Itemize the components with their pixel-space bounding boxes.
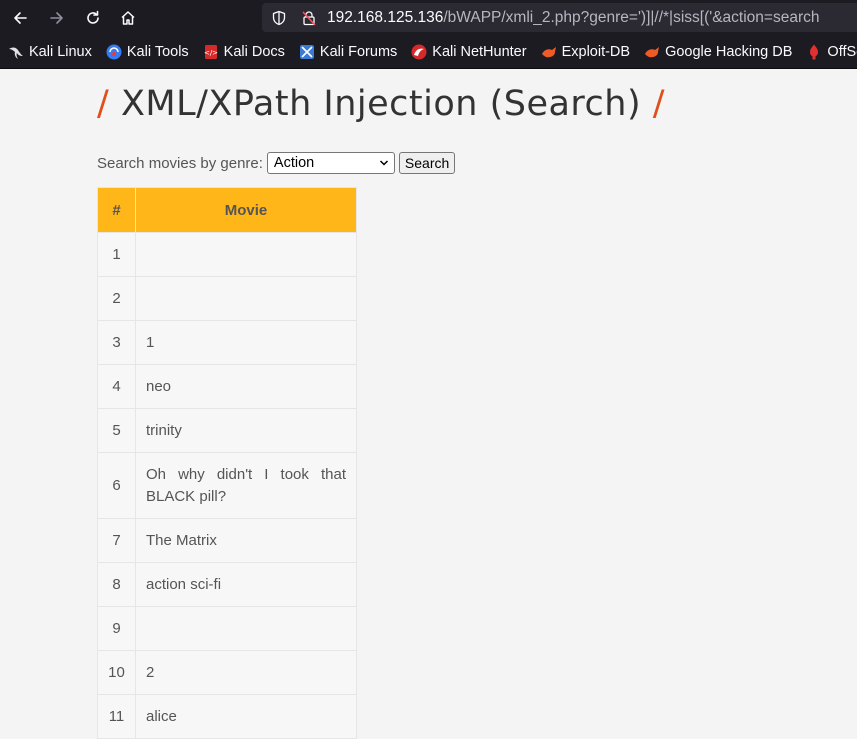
reload-button[interactable] [80, 5, 106, 31]
bookmark-kali-tools[interactable]: Kali Tools [98, 40, 195, 64]
search-form: Search movies by genre: Action Search [97, 151, 456, 175]
bookmark-kali-forums[interactable]: Kali Forums [291, 40, 403, 64]
ghdb-icon [644, 44, 660, 60]
row-number: 10 [97, 650, 136, 695]
bookmark-label: Kali Docs [223, 44, 285, 60]
row-movie [135, 276, 357, 321]
row-movie [135, 606, 357, 651]
row-movie: The Matrix [135, 518, 357, 563]
bookmark-kali-nethunter[interactable]: Kali NetHunter [403, 40, 532, 64]
bookmark-label: Kali NetHunter [432, 44, 527, 60]
column-header-number: # [97, 187, 136, 233]
genre-select[interactable]: Action [266, 152, 395, 174]
table-row: 2 [97, 276, 357, 321]
reload-icon [87, 10, 99, 24]
kali-dragon-icon [8, 44, 24, 60]
home-button[interactable] [115, 5, 141, 31]
home-icon [121, 11, 135, 25]
arrow-right-icon [50, 12, 63, 24]
table-row: 7 The Matrix [97, 518, 357, 563]
table-row: 6 Oh why didn't I took that BLACK pill? [97, 452, 357, 519]
row-number: 6 [97, 452, 136, 519]
row-number: 1 [97, 232, 136, 277]
bookmark-label: Kali Linux [29, 44, 92, 60]
browser-toolbar: 192.168.125.136/bWAPP/xmli_2.php?genre='… [0, 0, 857, 36]
bookmark-kali-docs[interactable]: </> Kali Docs [195, 40, 291, 64]
row-number: 8 [97, 562, 136, 607]
bookmarks-toolbar: Kali Linux Kali Tools </> Kali Docs Kali… [0, 36, 857, 69]
table-header-row: # Movie [97, 187, 357, 233]
kali-docs-icon: </> [203, 44, 219, 60]
table-row: 4 neo [97, 364, 357, 409]
row-number: 9 [97, 606, 136, 651]
row-movie: Oh why didn't I took that BLACK pill? [135, 452, 357, 519]
bookmark-kali-linux[interactable]: Kali Linux [0, 40, 98, 64]
arrow-left-icon [14, 12, 27, 24]
table-row: 5 trinity [97, 408, 357, 453]
url-host: 192.168.125.136 [327, 8, 444, 26]
genre-label: Search movies by genre: [97, 154, 263, 172]
table-row: 1 [97, 232, 357, 277]
row-number: 5 [97, 408, 136, 453]
column-header-movie: Movie [135, 187, 357, 233]
genre-selected-value: Action [273, 155, 315, 171]
results-table: # Movie 1 2 3 1 4 neo 5 trinity 6 Oh why… [97, 187, 357, 739]
insecure-lock-icon[interactable] [301, 10, 317, 26]
table-row: 8 action sci-fi [97, 562, 357, 607]
row-number: 2 [97, 276, 136, 321]
shield-icon[interactable] [271, 10, 287, 26]
title-text: XML/XPath Injection (Search) [120, 84, 642, 124]
row-movie: 1 [135, 320, 357, 365]
row-movie: alice [135, 694, 357, 739]
page-title: / XML/XPath Injection (Search) / [97, 84, 665, 124]
row-number: 3 [97, 320, 136, 365]
bookmark-label: Kali Tools [126, 44, 189, 60]
bookmark-label: OffSec [827, 44, 857, 60]
search-button[interactable]: Search [398, 152, 456, 174]
kali-tools-icon [106, 44, 122, 60]
row-movie [135, 232, 357, 277]
row-movie: neo [135, 364, 357, 409]
bookmark-label: Google Hacking DB [665, 44, 793, 60]
address-bar[interactable]: 192.168.125.136/bWAPP/xmli_2.php?genre='… [262, 3, 857, 32]
bookmark-label: Exploit-DB [561, 44, 631, 60]
url-path: /bWAPP/xmli_2.php?genre=')]|//*|siss[('&… [443, 8, 820, 26]
bookmark-google-hacking-db[interactable]: Google Hacking DB [636, 40, 798, 64]
title-slash-left: / [97, 84, 110, 124]
row-number: 7 [97, 518, 136, 563]
row-number: 11 [97, 694, 136, 739]
forward-button[interactable] [44, 5, 70, 31]
chevron-down-icon [379, 160, 388, 166]
row-movie: 2 [135, 650, 357, 695]
table-row: 11 alice [97, 694, 357, 739]
bookmark-exploit-db[interactable]: Exploit-DB [533, 40, 637, 64]
bookmark-offsec[interactable]: OffSec [798, 40, 857, 64]
row-number: 4 [97, 364, 136, 409]
table-row: 10 2 [97, 650, 357, 695]
table-row: 9 [97, 606, 357, 651]
back-button[interactable] [7, 5, 33, 31]
table-row: 3 1 [97, 320, 357, 365]
title-slash-right: / [652, 84, 666, 124]
kali-forums-icon [299, 44, 315, 60]
svg-text:</>: </> [204, 49, 218, 57]
bookmark-label: Kali Forums [319, 44, 398, 60]
row-movie: action sci-fi [135, 562, 357, 607]
kali-nethunter-icon [411, 44, 427, 60]
row-movie: trinity [135, 408, 357, 453]
offsec-icon [806, 44, 822, 60]
exploit-db-icon [541, 44, 557, 60]
